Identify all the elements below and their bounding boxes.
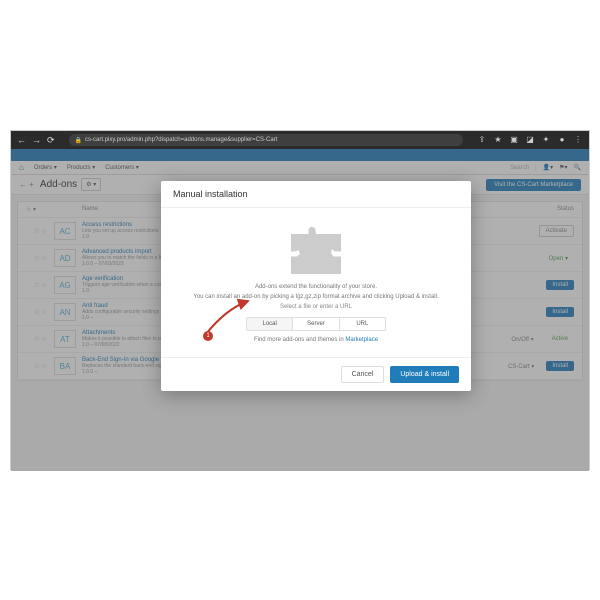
url-text: cs-cart.pixy.pro/admin.php?dispatch=addo… <box>85 137 277 143</box>
ext2-icon[interactable]: ◪ <box>525 135 535 145</box>
modal-line1: Add-ons extend the functionality of your… <box>179 284 453 292</box>
cancel-button[interactable]: Cancel <box>341 366 385 383</box>
menu-icon[interactable]: ⋮ <box>573 135 583 145</box>
browser-toolbar: ← → ⟳ 🔒 cs-cart.pixy.pro/admin.php?dispa… <box>11 131 589 149</box>
star-icon[interactable]: ★ <box>493 135 503 145</box>
source-tabs: Local Server URL <box>246 317 386 331</box>
more-text: Find more add-ons and themes in Marketpl… <box>179 337 453 345</box>
ext1-icon[interactable]: ▣ <box>509 135 519 145</box>
select-label: Select a file or enter a URL <box>179 304 453 312</box>
tab-server[interactable]: Server <box>293 318 339 330</box>
avatar-icon[interactable]: ● <box>557 135 567 145</box>
manual-install-modal: Manual installation Add-ons extend the f… <box>161 181 471 391</box>
puzzle-icon[interactable]: ✦ <box>541 135 551 145</box>
puzzle-icon <box>291 224 341 274</box>
marketplace-link[interactable]: Marketplace <box>345 337 378 343</box>
modal-title: Manual installation <box>161 181 471 208</box>
modal-line2: You can install an add-on by picking a t… <box>179 294 453 302</box>
lock-icon: 🔒 <box>75 137 82 144</box>
url-bar[interactable]: 🔒 cs-cart.pixy.pro/admin.php?dispatch=ad… <box>69 134 463 146</box>
upload-install-button[interactable]: Upload & install <box>390 366 459 383</box>
forward-icon[interactable]: → <box>32 135 41 145</box>
back-icon[interactable]: ← <box>17 135 26 145</box>
reload-icon[interactable]: ⟳ <box>47 135 55 146</box>
share-icon[interactable]: ⇪ <box>477 135 487 145</box>
tab-url[interactable]: URL <box>340 318 385 330</box>
tab-local[interactable]: Local <box>247 318 293 330</box>
